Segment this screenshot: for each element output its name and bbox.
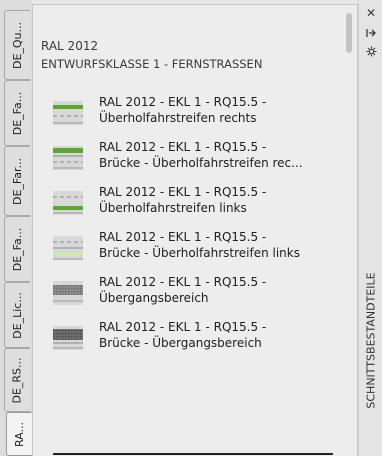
tool-item[interactable]: RAL 2012 - EKL 1 - RQ15.5 - Brücke - Übe… [47,226,343,266]
tool-palette-panel: RAL 2012 ENTWURFSKLASSE 1 - FERNSTRASSEN… [32,4,358,456]
tab-label: RA... [13,421,26,447]
tab-label: DE_RS... [11,356,25,404]
bridge-lane-overtaking-left-icon [53,236,83,260]
section-title: ENTWURFSKLASSE 1 - FERNSTRASSEN [41,57,263,71]
item-subtitle: Brücke - Überholfahrstreifen links [99,246,300,260]
tab-ral-active[interactable]: RA... [6,412,32,456]
tool-item[interactable]: RAL 2012 - EKL 1 - RQ15.5 - Überholfahrs… [47,181,343,221]
bridge-lane-overtaking-right-icon [53,146,83,170]
item-title: RAL 2012 - EKL 1 - RQ15.5 - [99,185,267,199]
tab-de-farbe[interactable]: DE_Far... [4,146,30,216]
tab-de-lichtraum[interactable]: DE_Lic... [4,282,30,348]
tab-label: DE_Fa... [11,91,24,135]
item-title: RAL 2012 - EKL 1 - RQ15.5 - [99,275,267,289]
tab-de-querschnitt[interactable]: DE_Qu... [4,10,30,80]
tab-label: DE_Lic... [11,291,24,339]
properties-icon[interactable] [364,44,378,58]
palette-title-label: SCHNITTSBESTANDTEILE [364,272,378,409]
panel-title: RAL 2012 [41,39,99,53]
scrollbar-thumb[interactable] [346,13,352,53]
bridge-transition-zone-icon [53,326,83,350]
item-title: RAL 2012 - EKL 1 - RQ15.5 - [99,320,267,334]
item-subtitle: Übergangsbereich [99,291,209,305]
tab-label: DE_Fa... [11,227,24,271]
auto-hide-icon[interactable] [364,26,378,40]
tool-item[interactable]: RAL 2012 - EKL 1 - RQ15.5 - Brücke - Übe… [47,316,343,356]
tab-de-fahrstreifen[interactable]: DE_Fa... [4,216,30,282]
palette-tab-strip: DE_Qu... DE_Fa... DE_Far... DE_Fa... DE_… [0,0,32,456]
vertical-scrollbar[interactable] [345,13,353,453]
lane-overtaking-left-icon [53,191,83,215]
item-subtitle: Überholfahrstreifen rechts [99,111,257,125]
tool-item[interactable]: RAL 2012 - EKL 1 - RQ15.5 - Überholfahrs… [47,91,343,131]
item-subtitle: Überholfahrstreifen links [99,201,247,215]
palette-title-bar: ✕ SCHNITTSBESTANDTEILE [358,0,382,456]
palette-title: SCHNITTSBESTANDTEILE [360,268,382,456]
item-title: RAL 2012 - EKL 1 - RQ15.5 - [99,95,267,109]
tab-de-fahrbahn[interactable]: DE_Fa... [4,80,30,146]
item-title: RAL 2012 - EKL 1 - RQ15.5 - [99,140,267,154]
item-subtitle: Brücke - Übergangsbereich [99,336,262,350]
transition-zone-icon [53,281,83,305]
item-title: RAL 2012 - EKL 1 - RQ15.5 - [99,230,267,244]
item-subtitle: Brücke - Überholfahrstreifen rec... [99,156,303,170]
lane-overtaking-right-icon [53,101,83,125]
list-divider [53,453,333,455]
tab-de-rs[interactable]: DE_RS... [4,348,30,412]
tool-item[interactable]: RAL 2012 - EKL 1 - RQ15.5 - Brücke - Übe… [47,136,343,176]
tool-item[interactable]: RAL 2012 - EKL 1 - RQ15.5 - Übergangsber… [47,271,343,311]
close-icon[interactable]: ✕ [364,6,378,20]
tab-label: DE_Far... [11,157,25,205]
tab-label: DE_Qu... [11,21,25,69]
